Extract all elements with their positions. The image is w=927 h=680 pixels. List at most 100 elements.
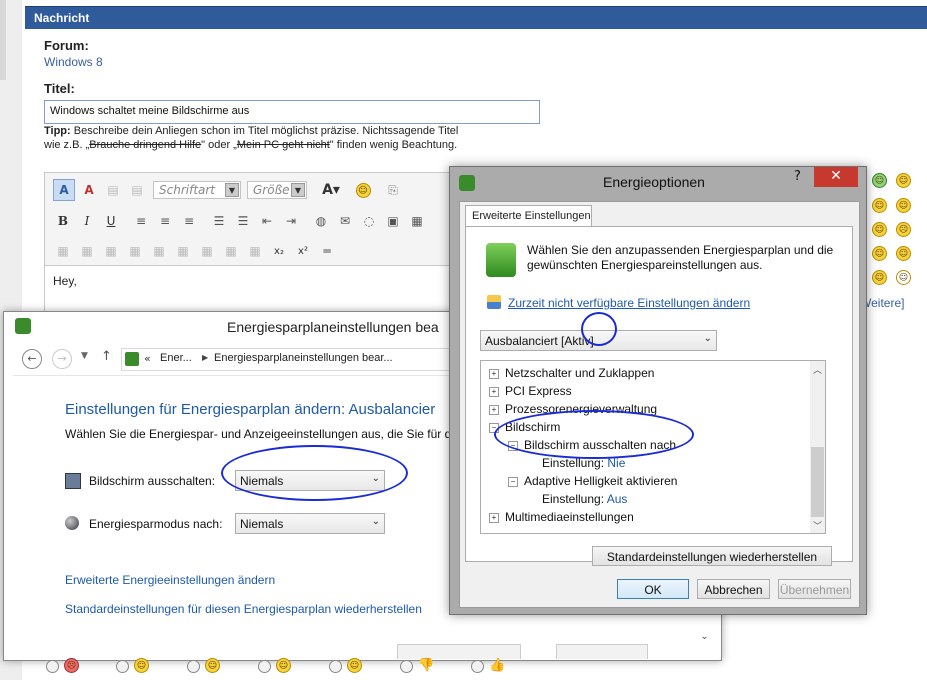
tree-item-multimedia[interactable]: + Multimediaeinstellungen [489, 510, 634, 524]
smiley-radio[interactable] [116, 660, 129, 673]
restore-defaults-link[interactable]: Standardeinstellungen für diesen Energie… [65, 602, 422, 616]
ok-button[interactable]: OK [617, 579, 689, 599]
tree-scrollbar[interactable]: ︿ ﹀ [810, 361, 825, 533]
smiley-radio[interactable] [187, 660, 200, 673]
tree-item-power-buttons[interactable]: + Netzschalter und Zuklappen [489, 366, 654, 380]
help-icon[interactable]: ? [794, 169, 801, 184]
smiley-sunglasses-icon[interactable]: ☺ [872, 173, 887, 188]
tree-item-pci-express[interactable]: + PCI Express [489, 384, 572, 398]
bold-icon[interactable]: B [53, 211, 73, 231]
apply-button[interactable]: Übernehmen [778, 579, 851, 599]
smiley-radio[interactable] [46, 660, 59, 673]
smiley-shocked-icon[interactable]: ☺ [872, 270, 887, 285]
close-icon[interactable]: ✕ [814, 167, 858, 187]
cancel-button-partial[interactable] [556, 644, 648, 659]
expand-icon[interactable]: + [489, 368, 499, 379]
align-center-icon[interactable]: ≡ [155, 211, 175, 231]
outdent-icon[interactable]: ⇤ [257, 211, 277, 231]
smiley-cool-icon[interactable]: ☺ [896, 198, 911, 213]
smiley-devil-icon[interactable]: ☺ [896, 246, 911, 261]
forum-value-link[interactable]: Windows 8 [44, 55, 103, 69]
underline-icon[interactable]: U [101, 211, 121, 231]
horizontal-rule-icon[interactable]: ═ [317, 241, 337, 261]
tip-line2-c: " finden wenig Beachtung. [329, 139, 458, 151]
link-icon[interactable]: ◍ [311, 211, 331, 231]
table-row-icon[interactable]: ▦ [77, 241, 97, 261]
setting-value[interactable]: Aus [607, 492, 628, 506]
expand-icon[interactable]: + [489, 512, 499, 523]
table-delete-icon[interactable]: ▦ [149, 241, 169, 261]
scroll-down-icon[interactable]: ﹀ [813, 519, 822, 532]
expand-icon[interactable]: + [489, 404, 499, 415]
battery-plug-icon [459, 175, 475, 191]
expand-icon[interactable]: + [489, 386, 499, 397]
text-style-icon[interactable]: A▾ [317, 180, 345, 200]
italic-icon[interactable]: I [77, 211, 97, 231]
unlink-icon[interactable]: ◌ [359, 211, 379, 231]
table-icon[interactable]: ▦ [53, 241, 73, 261]
font-family-placeholder: Schriftart [159, 183, 216, 197]
smiley-radio[interactable] [400, 660, 413, 673]
breadcrumb-item-1[interactable]: Ener... [160, 352, 192, 364]
left-margin-accent [0, 0, 6, 80]
table-props-icon[interactable]: ▦ [221, 241, 241, 261]
collapse-icon[interactable]: − [508, 476, 518, 487]
remove-format-icon[interactable]: A [79, 180, 99, 200]
table-col-icon[interactable]: ▦ [101, 241, 121, 261]
advanced-settings-link[interactable]: Erweiterte Energieeinstellungen ändern [65, 573, 275, 587]
table-merge-icon[interactable]: ▦ [173, 241, 193, 261]
chevron-down-icon[interactable]: ▼ [81, 351, 88, 361]
smiley-sad-icon[interactable]: ☹ [896, 222, 911, 237]
scroll-down-icon[interactable]: ⌄ [697, 622, 712, 652]
indent-icon[interactable]: ⇥ [281, 211, 301, 231]
scroll-thumb[interactable] [811, 447, 824, 517]
scroll-up-icon[interactable]: ︿ [813, 363, 822, 376]
change-unavailable-settings-link[interactable]: Zurzeit nicht verfügbare Einstellungen ä… [508, 296, 750, 310]
save-button-partial[interactable] [397, 644, 521, 659]
attachment-icon[interactable]: ⎘ [383, 180, 403, 200]
font-family-select[interactable]: Schriftart ▼ [153, 181, 241, 199]
address-bar[interactable]: « Ener... ▶ Energiesparplaneinstellungen… [121, 348, 453, 371]
breadcrumb-item-2[interactable]: Energiesparplaneinstellungen bear... [214, 352, 393, 364]
email-icon[interactable]: ✉ [335, 211, 355, 231]
paste-icon[interactable]: ▤ [103, 180, 123, 200]
tree-item-adaptive-brightness[interactable]: − Adaptive Helligkeit aktivieren [508, 474, 677, 488]
sleep-select[interactable]: Niemals ⌄ [235, 513, 385, 534]
table-split-icon[interactable]: ▦ [197, 241, 217, 261]
subscript-icon[interactable]: x₂ [269, 241, 289, 261]
smiley-radio[interactable] [329, 660, 342, 673]
restore-defaults-button[interactable]: Standardeinstellungen wiederherstellen [592, 546, 832, 566]
superscript-icon[interactable]: x² [293, 241, 313, 261]
align-right-icon[interactable]: ≡ [179, 211, 199, 231]
paste-text-icon[interactable]: ▤ [127, 180, 147, 200]
tree-item-label: Netzschalter und Zuklappen [505, 366, 655, 380]
cancel-button[interactable]: Abbrechen [697, 579, 770, 599]
numbered-list-icon[interactable]: ☰ [209, 211, 229, 231]
font-size-select[interactable]: Größe ▼ [247, 181, 307, 199]
video-icon[interactable]: ▦ [407, 211, 427, 231]
smiley-rolleyes-icon[interactable]: ☺ [872, 222, 887, 237]
font-color-icon[interactable]: A [53, 179, 75, 201]
smiley-radio[interactable] [258, 660, 271, 673]
title-input[interactable]: Windows schaltet meine Bildschirme aus [44, 100, 540, 124]
bullet-list-icon[interactable]: ☰ [233, 211, 253, 231]
image-icon[interactable]: ▣ [383, 211, 403, 231]
back-icon[interactable]: ← [22, 349, 42, 369]
smiley-neutral-icon[interactable]: ☺ [872, 198, 887, 213]
smiley-icon[interactable]: ☺ [353, 180, 373, 200]
tab-advanced-settings[interactable]: Erweiterte Einstellungen [465, 205, 592, 226]
smiley-happy-icon[interactable]: ☺ [896, 173, 911, 188]
table-insert-icon[interactable]: ▦ [125, 241, 145, 261]
smiley-surprised-icon[interactable]: ☺ [872, 246, 887, 261]
smiley-radio[interactable] [471, 660, 484, 673]
up-arrow-icon[interactable]: ↑ [101, 349, 112, 364]
smiley-confused-icon[interactable]: ☺ [896, 270, 911, 285]
forward-icon[interactable]: → [52, 349, 72, 369]
page-subtext: Wählen Sie die Energiespar- und Anzeigee… [65, 427, 462, 441]
align-left-icon[interactable]: ≡ [131, 211, 151, 231]
chevron-down-icon: ⌄ [703, 333, 712, 344]
tree-setting-adaptive-brightness[interactable]: Einstellung: Aus [542, 492, 627, 506]
table-cell-icon[interactable]: ▦ [245, 241, 265, 261]
breadcrumb-arrow-icon: ▶ [202, 353, 209, 362]
editor-textarea[interactable]: Hey, [45, 265, 465, 314]
